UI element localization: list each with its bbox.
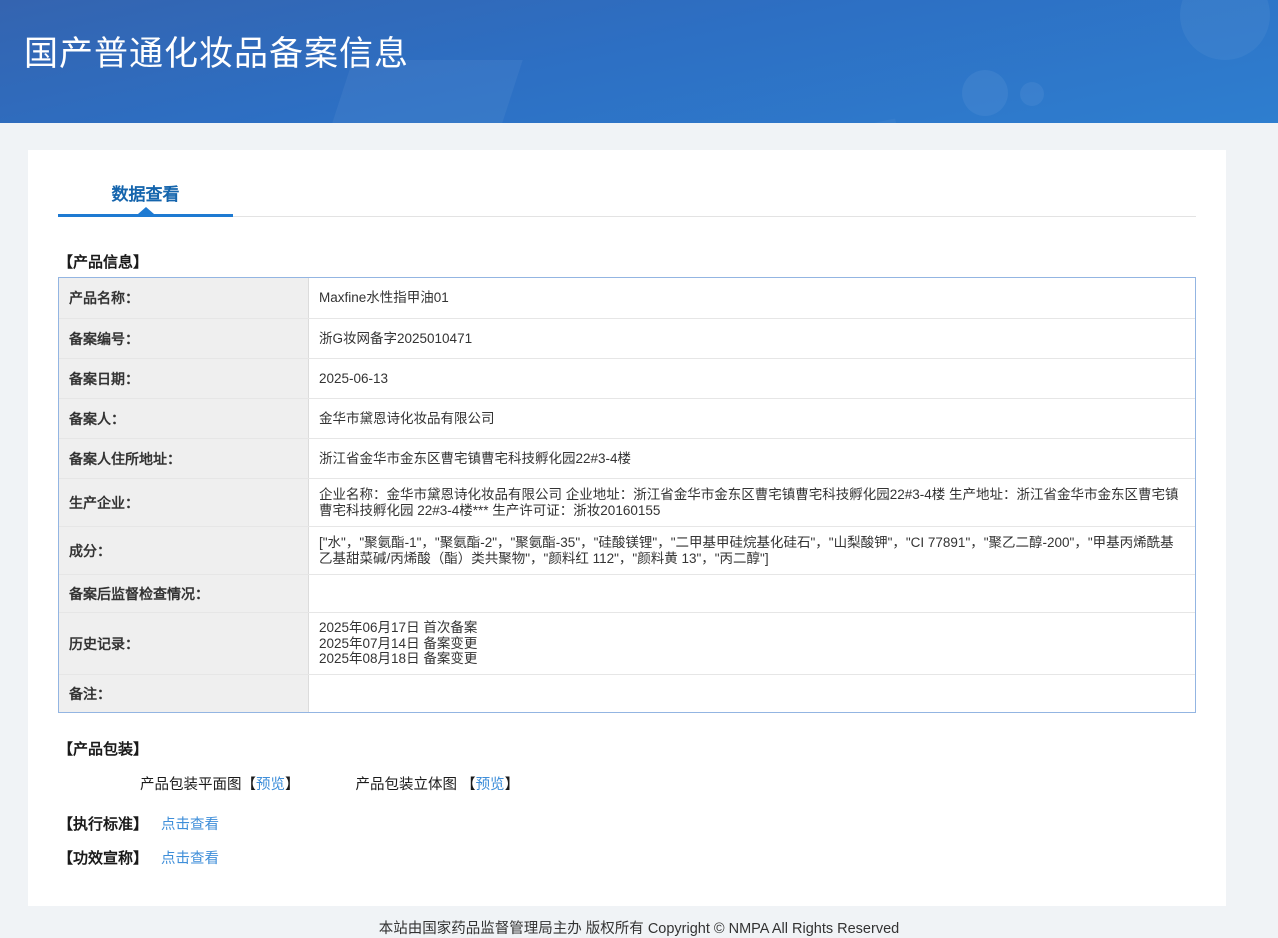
table-row-registrant-address: 备案人住所地址： 浙江省金华市金东区曹宅镇曹宅科技孵化园22#3-4楼 [59, 438, 1195, 478]
packaging-row: 产品包装平面图【预览】 产品包装立体图 【预览】 [58, 773, 1196, 794]
row-value [309, 675, 1195, 712]
row-value: 2025-06-13 [319, 370, 389, 386]
row-value: Maxfine水性指甲油01 [319, 290, 449, 306]
standards-line: 【执行标准】 点击查看 [58, 813, 1196, 834]
row-value: 浙江省金华市金东区曹宅镇曹宅科技孵化园22#3-4楼 [319, 450, 632, 466]
tab-data-view-label: 数据查看 [111, 185, 180, 204]
row-label: 备注： [59, 675, 309, 712]
page-title: 国产普通化妆品备案信息 [24, 35, 409, 73]
product-info-heading: 【产品信息】 [58, 254, 149, 271]
table-row-history: 历史记录： 2025年06月17日 首次备案 2025年07月14日 备案变更 … [59, 612, 1195, 674]
row-label: 生产企业： [59, 479, 309, 526]
tab-bar: 数据查看 [58, 180, 1196, 217]
packaging-3d-image-label: 产品包装立体图 [355, 777, 462, 793]
efficacy-view-link[interactable]: 点击查看 [161, 847, 219, 868]
row-label: 备案编号： [59, 319, 309, 358]
row-value: 浙G妆网备字2025010471 [319, 330, 473, 346]
header-decoration-circle [962, 70, 1008, 116]
packaging-3d-image-item: 产品包装立体图 【预览】 [356, 777, 520, 793]
tab-active-underline [58, 207, 233, 217]
footer-copyright-text: 本站由国家药品监督管理局主办 版权所有 Copyright © NMPA All… [378, 921, 900, 937]
efficacy-line: 【功效宣称】 点击查看 [58, 847, 1196, 868]
table-row-product-name: 产品名称： Maxfine水性指甲油01 [59, 278, 1195, 318]
page-footer: 本站由国家药品监督管理局主办 版权所有 Copyright © NMPA All… [0, 906, 1278, 938]
row-label: 历史记录： [59, 613, 309, 674]
row-label: 成分： [59, 527, 309, 574]
header-decoration-shape [679, 118, 921, 123]
table-row-supervision-check: 备案后监督检查情况： [59, 574, 1195, 612]
row-value [309, 575, 1195, 612]
header-decoration-circle [1020, 82, 1044, 106]
bracket-open: 【 [241, 777, 257, 793]
product-info-table: 产品名称： Maxfine水性指甲油01 备案编号： 浙G妆网备字2025010… [58, 277, 1196, 713]
row-label: 备案人： [59, 399, 309, 438]
row-value: 2025年06月17日 首次备案 2025年07月14日 备案变更 2025年0… [319, 619, 478, 667]
table-row-remarks: 备注： [59, 674, 1195, 712]
table-row-ingredients: 成分： ["水"，"聚氨酯-1"，"聚氨酯-2"，"聚氨酯-35"，"硅酸镁锂"… [59, 526, 1195, 574]
page-header: 国产普通化妆品备案信息 [0, 0, 1278, 123]
packaging-heading: 【产品包装】 [58, 741, 149, 758]
content-card: 数据查看 【产品信息】 产品名称： Maxfine水性指甲油01 备案编号： 浙… [28, 150, 1226, 906]
bracket-close: 】 [285, 777, 300, 793]
efficacy-heading: 【功效宣称】 [58, 850, 149, 867]
table-row-record-date: 备案日期： 2025-06-13 [59, 358, 1195, 398]
packaging-flat-image-label: 产品包装平面图 [140, 777, 242, 793]
packaging-3d-image-preview-link[interactable]: 预览 [476, 777, 505, 793]
row-value: 金华市黛恩诗化妆品有限公司 [319, 410, 495, 426]
row-label: 备案日期： [59, 359, 309, 398]
row-label: 备案人住所地址： [59, 439, 309, 478]
packaging-flat-image-item: 产品包装平面图【预览】 [140, 777, 304, 793]
row-value: ["水"，"聚氨酯-1"，"聚氨酯-2"，"聚氨酯-35"，"硅酸镁锂"，"二甲… [319, 534, 1174, 566]
row-label: 产品名称： [59, 278, 309, 318]
table-row-registrant: 备案人： 金华市黛恩诗化妆品有限公司 [59, 398, 1195, 438]
packaging-flat-image-preview-link[interactable]: 预览 [256, 777, 285, 793]
header-decoration-circle [1180, 0, 1270, 60]
table-row-record-number: 备案编号： 浙G妆网备字2025010471 [59, 318, 1195, 358]
bracket-close: 】 [504, 777, 520, 793]
tab-data-view[interactable]: 数据查看 [58, 180, 233, 217]
row-label: 备案后监督检查情况： [59, 575, 309, 612]
row-value: 企业名称：金华市黛恩诗化妆品有限公司 企业地址：浙江省金华市金东区曹宅镇曹宅科技… [319, 486, 1179, 518]
standards-view-link[interactable]: 点击查看 [161, 813, 219, 834]
standards-heading: 【执行标准】 [58, 816, 149, 833]
table-row-manufacturer: 生产企业： 企业名称：金华市黛恩诗化妆品有限公司 企业地址：浙江省金华市金东区曹… [59, 478, 1195, 526]
bracket-open: 【 [461, 777, 476, 793]
